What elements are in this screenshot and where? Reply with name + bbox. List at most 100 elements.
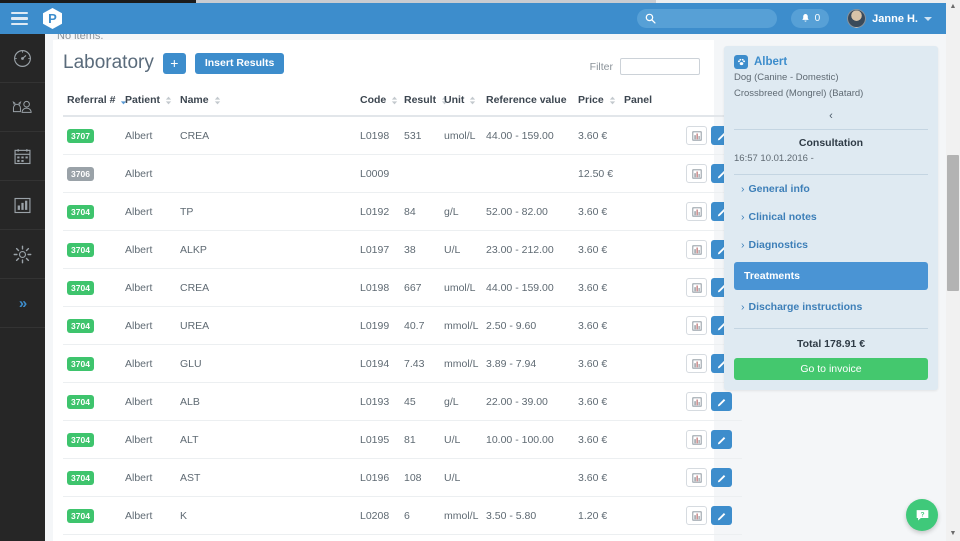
edit-row-button[interactable]: [711, 430, 732, 449]
top-navigation-bar: P 0 Janne H.: [0, 3, 946, 34]
name-cell: K: [176, 496, 356, 535]
sidebar-expand-toggle[interactable]: »: [0, 279, 45, 328]
status-badge[interactable]: 3707: [67, 128, 94, 143]
table-row[interactable]: 3704 Albert ALKP L0197 38 U/L 23.00 - 212.00 3.…: [63, 230, 742, 269]
referral-cell: 3704: [63, 496, 121, 535]
pet-species: Dog (Canine - Domestic): [734, 72, 839, 83]
table-wrapper: Referral # Patient Name Code Result Unit Refer…: [53, 88, 742, 541]
table-row[interactable]: 3704 Albert CREA L0198 667 umol/L 44.00 - 159.…: [63, 268, 742, 307]
status-badge[interactable]: 3704: [67, 318, 94, 333]
go-to-invoice-button[interactable]: Go to invoice: [734, 357, 928, 380]
table-body: 3707 Albert CREA L0198 531 umol/L 44.00 - 159.…: [63, 116, 742, 541]
table-row[interactable]: 3706 Albert L0009 12.50 €: [63, 154, 742, 193]
svg-text:?: ?: [920, 511, 924, 518]
status-badge[interactable]: 3704: [67, 508, 94, 523]
table-row[interactable]: 3704AlbertNaL0207145mmol/L144.00 - 160.0…: [63, 534, 742, 541]
hamburger-menu-icon[interactable]: [0, 3, 38, 34]
column-header-code[interactable]: Code: [356, 88, 400, 117]
name-cell: ALT: [176, 420, 356, 459]
unit-cell: mmol/L: [440, 306, 482, 345]
row-actions: [676, 468, 738, 487]
status-badge[interactable]: 3704: [67, 470, 94, 485]
sort-icon: [214, 96, 220, 105]
sidebar-item-patients[interactable]: [0, 83, 45, 132]
view-chart-button[interactable]: [686, 430, 707, 449]
row-actions: [676, 430, 738, 449]
pencil-icon: [717, 512, 725, 520]
filter-input[interactable]: [620, 58, 700, 75]
table-row[interactable]: 3704 Albert GLU L0194 7.43 mmol/L 3.89 - 7.94 3…: [63, 344, 742, 383]
pet-header[interactable]: Albert: [734, 55, 928, 69]
view-chart-button[interactable]: [686, 316, 707, 335]
notification-count: 0: [814, 13, 821, 24]
column-header-price[interactable]: Price: [574, 88, 620, 117]
view-chart-button[interactable]: [686, 164, 707, 183]
page-scrollbar[interactable]: ▲ ▼: [946, 0, 960, 541]
table-row[interactable]: 3704 Albert TP L0192 84 g/L 52.00 - 82.00 3.60 …: [63, 192, 742, 231]
column-header-patient[interactable]: Patient: [121, 88, 176, 117]
table-row[interactable]: 3707 Albert CREA L0198 531 umol/L 44.00 - 159.…: [63, 116, 742, 155]
search-input[interactable]: [659, 13, 769, 24]
sidebar-item-reports[interactable]: [0, 181, 45, 230]
pet-name[interactable]: Albert: [754, 56, 787, 68]
referral-cell: 3704: [63, 268, 121, 307]
table-row[interactable]: 3704 Albert ALT L0195 81 U/L 10.00 - 100.00 3.6…: [63, 420, 742, 459]
add-button[interactable]: +: [162, 52, 186, 74]
sidebar-expand-label: »: [18, 294, 27, 312]
patient-cell: Albert: [121, 382, 176, 421]
view-chart-button[interactable]: [686, 506, 707, 525]
panel-section-general-info[interactable]: › General info: [734, 175, 928, 203]
result-cell: [400, 154, 440, 193]
chart-icon: [691, 168, 702, 179]
column-header-unit[interactable]: Unit: [440, 88, 482, 117]
panel-section-diagnostics[interactable]: › Diagnostics: [734, 231, 928, 259]
sidebar-item-calendar[interactable]: [0, 132, 45, 181]
status-badge[interactable]: 3704: [67, 204, 94, 219]
column-header-name[interactable]: Name: [176, 88, 356, 117]
notifications-button[interactable]: 0: [790, 9, 830, 28]
panel-section-treatments[interactable]: Treatments: [734, 261, 928, 290]
panel-section-discharge-instructions[interactable]: › Discharge instructions: [734, 293, 928, 321]
sidebar-item-dashboard[interactable]: [0, 34, 45, 83]
column-header-result[interactable]: Result: [400, 88, 448, 117]
price-cell: 1.20 €: [574, 534, 620, 541]
view-chart-button[interactable]: [686, 354, 707, 373]
search-box[interactable]: [636, 9, 777, 28]
edit-row-button[interactable]: [711, 468, 732, 487]
table-row[interactable]: 3704 Albert ALB L0193 45 g/L 22.00 - 39.00 3.60…: [63, 382, 742, 421]
scrollbar-thumb[interactable]: [947, 155, 959, 291]
view-chart-button[interactable]: [686, 240, 707, 259]
panel-cell: [620, 534, 672, 541]
sidebar-item-settings[interactable]: [0, 230, 45, 279]
chat-help-icon[interactable]: ?: [906, 499, 938, 531]
view-chart-button[interactable]: [686, 278, 707, 297]
view-chart-button[interactable]: [686, 202, 707, 221]
status-badge[interactable]: 3704: [67, 394, 94, 409]
view-chart-button[interactable]: [686, 392, 707, 411]
status-badge[interactable]: 3704: [67, 242, 94, 257]
status-badge[interactable]: 3706: [67, 166, 94, 181]
panel-section-clinical-notes[interactable]: › Clinical notes: [734, 203, 928, 231]
insert-results-button[interactable]: Insert Results: [194, 52, 285, 74]
edit-row-button[interactable]: [711, 392, 732, 411]
scroll-up-arrow[interactable]: ▲: [949, 3, 957, 11]
column-header-label: Panel: [624, 94, 653, 106]
table-row[interactable]: 3704 Albert AST L0196 108 U/L 3.60 €: [63, 458, 742, 497]
column-header-label: Code: [360, 94, 387, 106]
user-menu[interactable]: Janne H.: [847, 9, 932, 28]
table-head: Referral # Patient Name Code Result Unit Refer…: [63, 88, 742, 117]
app-logo-icon[interactable]: P: [43, 8, 62, 29]
price-cell: 1.20 €: [574, 496, 620, 535]
status-badge[interactable]: 3704: [67, 356, 94, 371]
view-chart-button[interactable]: [686, 468, 707, 487]
edit-row-button[interactable]: [711, 506, 732, 525]
table-row[interactable]: 3704 Albert K L0208 6 mmol/L 3.50 - 5.80 1.20 €: [63, 496, 742, 535]
referral-cell: 3704: [63, 344, 121, 383]
view-chart-button[interactable]: [686, 126, 707, 145]
scroll-down-arrow[interactable]: ▼: [949, 530, 957, 538]
column-header-referral[interactable]: Referral #: [63, 88, 127, 117]
status-badge[interactable]: 3704: [67, 280, 94, 295]
status-badge[interactable]: 3704: [67, 432, 94, 447]
table-row[interactable]: 3704 Albert UREA L0199 40.7 mmol/L 2.50 - 9.60…: [63, 306, 742, 345]
previous-consultation-arrow[interactable]: ‹: [734, 110, 928, 130]
